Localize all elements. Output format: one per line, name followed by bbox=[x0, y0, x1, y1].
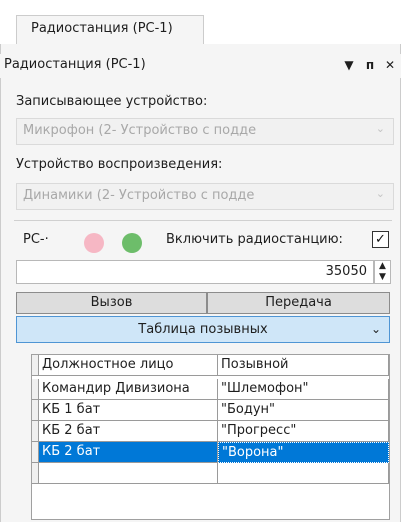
table-cell[interactable]: КБ 1 бат bbox=[39, 400, 218, 421]
playback-device-value: Динамики (2- Устройство с подде bbox=[23, 188, 255, 203]
table-cell[interactable]: КБ 2 бат bbox=[39, 442, 218, 463]
row-header[interactable] bbox=[32, 463, 39, 484]
station-id-label: РС-· bbox=[23, 232, 49, 247]
pin-icon[interactable]: ᴨ bbox=[361, 54, 379, 76]
row-header[interactable] bbox=[32, 421, 39, 442]
frequency-input[interactable]: 35050 bbox=[16, 260, 374, 284]
callsign-table-dropdown[interactable]: Таблица позывных ⌄ bbox=[16, 316, 390, 343]
status-led-red bbox=[84, 233, 104, 253]
transmit-button[interactable]: Передача bbox=[207, 292, 390, 314]
enable-station-label: Включить радиостанцию: bbox=[166, 232, 343, 247]
column-header-callsign[interactable]: Позывной bbox=[218, 355, 389, 376]
table-cell[interactable]: "Прогресс" bbox=[218, 421, 389, 442]
tab-radio-station[interactable]: Радиостанция (РС-1) bbox=[16, 15, 204, 44]
recording-device-label: Записывающее устройство: bbox=[16, 94, 208, 109]
close-icon[interactable]: ✕ bbox=[381, 54, 399, 76]
table-cell[interactable] bbox=[39, 463, 218, 484]
recording-device-value: Микрофон (2- Устройство с подде bbox=[23, 123, 257, 138]
callsign-table-label: Таблица позывных bbox=[138, 322, 268, 337]
playback-device-select[interactable]: Динамики (2- Устройство с подде ⌄ bbox=[16, 183, 394, 210]
table-cell[interactable]: "Шлемофон" bbox=[218, 379, 389, 400]
table-row[interactable]: КБ 1 бат "Бодун" bbox=[32, 400, 389, 421]
table-row-new[interactable] bbox=[32, 463, 389, 484]
table-cell-focused[interactable]: "Ворона" bbox=[218, 442, 389, 463]
table-cell[interactable]: Командир Дивизиона bbox=[39, 379, 218, 400]
chevron-down-icon: ⌄ bbox=[375, 122, 385, 135]
row-header[interactable] bbox=[32, 400, 39, 421]
table-row[interactable]: КБ 2 бат "Прогресс" bbox=[32, 421, 389, 442]
chevron-down-icon[interactable]: ▼ bbox=[340, 54, 358, 76]
call-button[interactable]: Вызов bbox=[16, 292, 207, 314]
row-header[interactable] bbox=[32, 379, 39, 400]
enable-station-checkbox[interactable]: ✓ bbox=[372, 231, 389, 248]
status-led-green bbox=[122, 233, 142, 253]
table-row-selected[interactable]: КБ 2 бат "Ворона" bbox=[32, 442, 389, 463]
chevron-down-icon: ⌄ bbox=[375, 187, 385, 200]
stepper-down-icon[interactable]: ▼ bbox=[375, 272, 390, 283]
callsign-table[interactable]: Должностное лицо Позывной Командир Дивиз… bbox=[31, 354, 390, 520]
column-header-official[interactable]: Должностное лицо bbox=[39, 355, 218, 376]
table-header-row: Должностное лицо Позывной bbox=[32, 355, 389, 376]
row-header[interactable] bbox=[32, 442, 39, 463]
stepper-up-icon[interactable]: ▲ bbox=[375, 261, 390, 272]
divider bbox=[14, 220, 392, 221]
recording-device-select[interactable]: Микрофон (2- Устройство с подде ⌄ bbox=[16, 118, 394, 145]
playback-device-label: Устройство воспроизведения: bbox=[16, 157, 223, 172]
frequency-stepper[interactable]: ▲ ▼ bbox=[374, 260, 391, 284]
table-row[interactable]: Командир Дивизиона "Шлемофон" bbox=[32, 379, 389, 400]
table-cell[interactable]: "Бодун" bbox=[218, 400, 389, 421]
row-header bbox=[32, 355, 39, 376]
table-cell[interactable]: КБ 2 бат bbox=[39, 421, 218, 442]
chevron-down-icon: ⌄ bbox=[370, 322, 381, 336]
table-cell[interactable] bbox=[218, 463, 389, 484]
